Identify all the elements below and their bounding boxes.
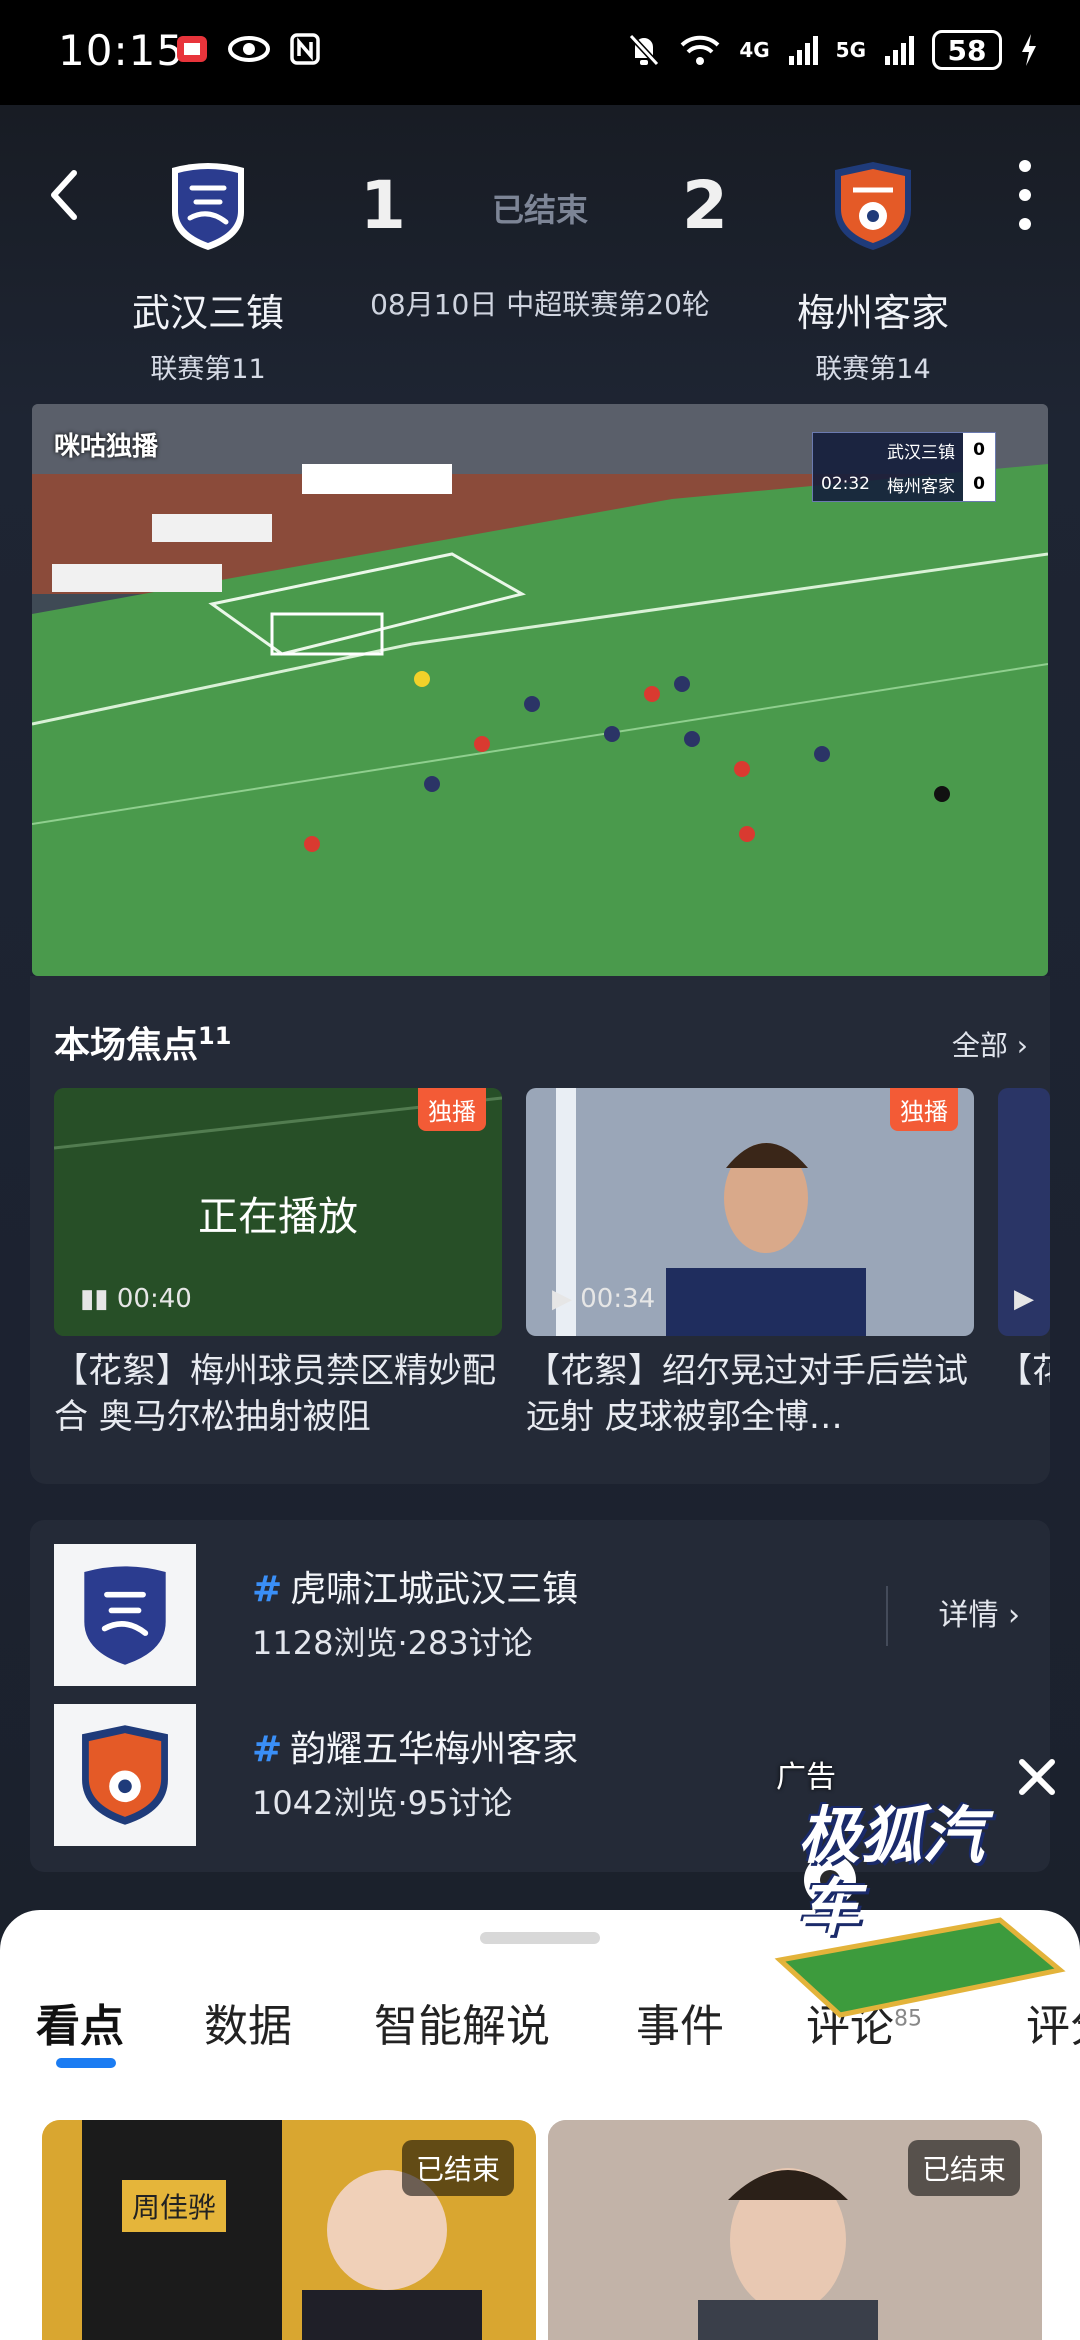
signal-icon — [788, 36, 818, 65]
status-time: 10:15 — [58, 26, 185, 75]
highlights-title-text: 本场焦点 — [54, 1025, 199, 1066]
content-cards: 周佳骅 已结束 已结束 — [0, 2120, 1080, 2340]
tab-data[interactable]: 数据 — [204, 1990, 292, 2054]
scoreboard-away-row: 02:32 梅州客家 0 — [813, 467, 995, 501]
meizhou-hakka-logo — [835, 162, 911, 250]
exclusive-badge: 独播 — [418, 1088, 486, 1131]
now-playing-label: 正在播放 — [198, 1194, 358, 1240]
away-team-rank: 联赛第14 — [815, 354, 931, 385]
topic-title: # 韵耀五华梅州客家 — [252, 1720, 578, 1772]
video-duration: ▮▮ 00:40 — [80, 1284, 192, 1314]
highlight-thumbnail: ▶ — [998, 1088, 1050, 1336]
signal-icon-2 — [885, 36, 914, 65]
home-score: 1 — [360, 167, 406, 244]
video-watermark: 咪咕独播 — [54, 432, 159, 462]
back-arrow-icon[interactable] — [44, 165, 84, 225]
topic-logo — [54, 1544, 196, 1686]
duration-text: 00:34 — [580, 1284, 656, 1314]
tab-events[interactable]: 事件 — [636, 1990, 724, 2054]
topic-title: # 虎啸江城武汉三镇 — [252, 1560, 578, 1612]
exclusive-badge: 独播 — [890, 1088, 958, 1131]
content-card[interactable]: 已结束 — [548, 2120, 1042, 2340]
chevron-right-icon: › — [1016, 1029, 1028, 1062]
highlights-title: 本场焦点11 — [54, 1016, 231, 1068]
active-tab-indicator — [56, 2058, 116, 2068]
meizhou-hakka-logo — [82, 1725, 168, 1825]
highlight-card[interactable]: 独播 ▶ 00:34 【花絮】绍尔晃过对手后尝试远射 皮球被郭全博… — [526, 1088, 974, 1440]
video-duration: ▶ 00:34 — [552, 1284, 655, 1314]
topic-title-text: 虎啸江城武汉三镇 — [290, 1569, 579, 1610]
topic-title-text: 韵耀五华梅州客家 — [290, 1729, 579, 1770]
hashtag-icon: # — [252, 1729, 283, 1770]
sheet-grabber[interactable] — [480, 1932, 600, 1944]
scoreboard-home-team: 武汉三镇 — [887, 442, 955, 463]
chevron-right-icon: › — [1008, 1598, 1020, 1633]
network-4g-label: 4G — [739, 38, 770, 62]
scoreboard-away-team: 梅州客家 — [887, 476, 955, 497]
status-right-icons: 4G 5G 58 — [627, 30, 1038, 70]
duration-text: 00:40 — [116, 1284, 192, 1314]
status-bar: 10:15 4G 5G 58 — [0, 0, 1080, 105]
network-5g-label: 5G — [835, 38, 866, 62]
topic-stats: 1042浏览·95讨论 — [252, 1784, 513, 1822]
highlight-thumbnail: 独播 正在播放 ▮▮ 00:40 — [54, 1088, 502, 1336]
status-left-icons — [175, 32, 321, 66]
hashtag-icon: # — [252, 1569, 283, 1610]
away-score: 2 — [682, 167, 728, 244]
charging-icon — [1022, 34, 1036, 66]
equalizer-icon: ▮▮ — [80, 1284, 109, 1314]
wuhan-three-towns-logo — [172, 163, 244, 250]
match-header: 武汉三镇 联赛第11 1 已结束 2 08月10日 中超联赛第20轮 梅州客家 … — [0, 105, 1080, 405]
highlight-caption: 【花絮】梅州球员禁区精妙配合 奥马尔松抽射被阻 — [54, 1351, 496, 1437]
video-player[interactable]: 咪咕独播 武汉三镇 0 02:32 梅州客家 0 — [32, 404, 1048, 976]
card-ended-badge: 已结束 — [907, 2140, 1020, 2196]
home-team[interactable]: 武汉三镇 联赛第11 — [108, 160, 308, 386]
battery-indicator: 58 — [932, 30, 1002, 70]
highlight-card[interactable]: 独播 正在播放 ▮▮ 00:40 【花絮】梅州球员禁区精妙配合 奥马尔松抽射被阻 — [54, 1088, 502, 1440]
wuhan-three-towns-logo — [84, 1566, 166, 1665]
ad-banner[interactable]: 极狐汽车 — [770, 1770, 1070, 2020]
home-team-rank: 联赛第11 — [150, 354, 266, 385]
more-options-icon[interactable] — [1010, 160, 1040, 230]
highlight-thumbnail: 独播 ▶ 00:34 — [526, 1088, 974, 1336]
highlight-card[interactable]: ▶ 【花絮】帕拉 — [998, 1088, 1050, 1440]
content-card[interactable]: 周佳骅 已结束 — [42, 2120, 536, 2340]
divider — [886, 1586, 888, 1646]
battery-level: 58 — [947, 33, 987, 67]
detail-label: 详情 — [938, 1598, 999, 1633]
tab-highlights[interactable]: 看点 — [36, 1990, 124, 2054]
highlight-caption: 【花絮】绍尔晃过对手后尝试远射 皮球被郭全博… — [526, 1351, 968, 1437]
tab-ai-commentary[interactable]: 智能解说 — [374, 1990, 550, 2054]
highlights-all-link[interactable]: 全部 › — [952, 1024, 1028, 1064]
highlights-panel: 本场焦点11 全部 › 独播 正在播放 ▮▮ 00:40 【花絮】梅州球员禁区精… — [30, 976, 1050, 1484]
host-name-label: 周佳骅 — [122, 2180, 227, 2232]
highlight-caption: 【花絮】帕拉 — [998, 1351, 1050, 1391]
wifi-icon — [680, 35, 720, 65]
card-ended-badge: 已结束 — [401, 2140, 514, 2196]
mute-bell-icon — [629, 33, 660, 67]
highlights-count: 11 — [198, 1022, 232, 1050]
video-scoreboard: 武汉三镇 0 02:32 梅州客家 0 — [812, 432, 996, 502]
scoreboard-home-row: 武汉三镇 0 — [813, 433, 995, 467]
topic-stats: 1128浏览·283讨论 — [252, 1624, 533, 1662]
scoreboard-home-score: 0 — [963, 433, 995, 467]
away-team[interactable]: 梅州客家 联赛第14 — [773, 160, 973, 386]
topic-detail-link[interactable]: 详情 › — [938, 1590, 1020, 1634]
topic-row[interactable]: # 虎啸江城武汉三镇 1128浏览·283讨论 详情 › — [54, 1544, 1034, 1686]
screen: 10:15 4G 5G 58 武汉三镇 联赛第11 1 已结束 2 08月10日… — [0, 0, 1080, 2340]
eye-icon — [228, 36, 270, 62]
scoreboard-time: 02:32 — [821, 474, 870, 494]
match-status: 已结束 — [492, 191, 589, 229]
topic-logo — [54, 1704, 196, 1846]
play-icon: ▶ — [1014, 1284, 1034, 1314]
nfc-icon — [290, 33, 320, 65]
away-team-name: 梅州客家 — [796, 291, 949, 335]
app-notification-icon — [177, 36, 207, 62]
scoreboard-away-score: 0 — [963, 467, 995, 501]
play-icon: ▶ — [552, 1284, 572, 1314]
ad-brand-text: 极狐汽车 — [798, 1799, 985, 1944]
all-label: 全部 — [951, 1029, 1008, 1062]
